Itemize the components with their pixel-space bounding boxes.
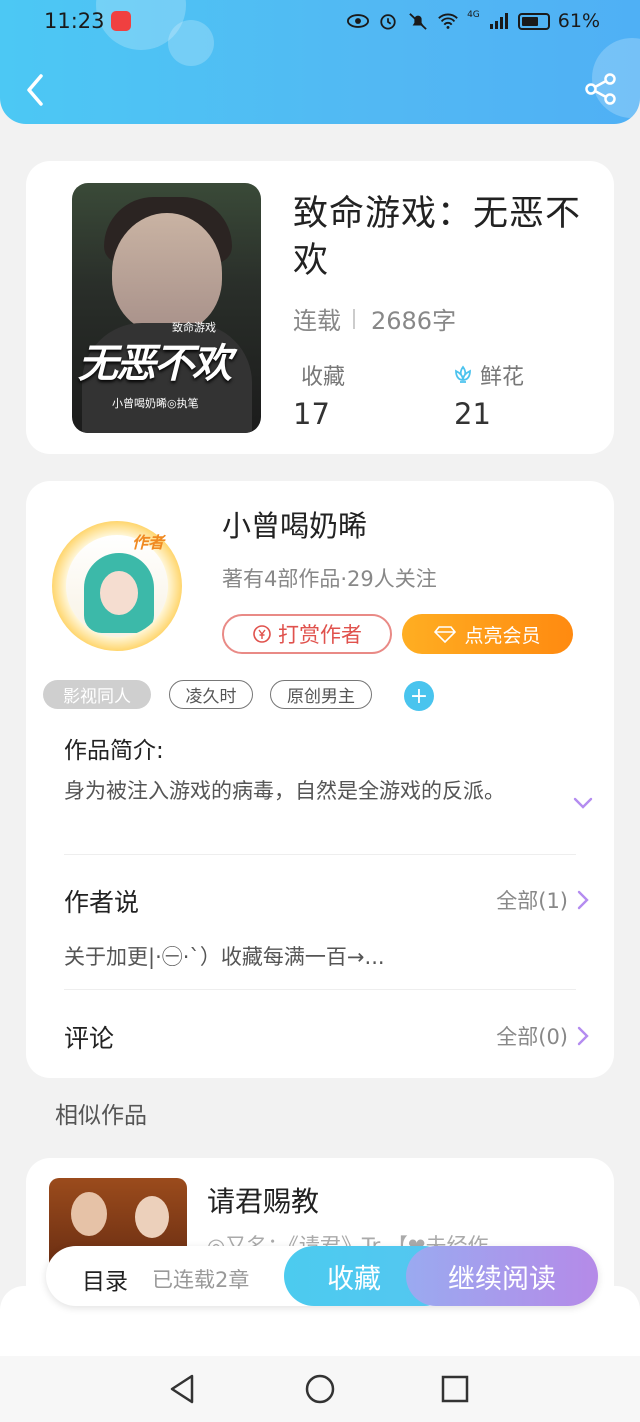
- yuan-coin-icon: [253, 625, 271, 643]
- divider: [64, 989, 576, 990]
- chevron-right-icon: [577, 1026, 589, 1046]
- comments-all-link[interactable]: 全部(0): [496, 1021, 590, 1051]
- diamond-icon: [434, 626, 457, 643]
- nav-recents-icon[interactable]: [438, 1372, 472, 1406]
- battery-icon: [517, 12, 550, 30]
- reward-author-label: 打赏作者: [278, 623, 362, 647]
- alarm-icon: [380, 14, 396, 30]
- chevron-right-icon: [577, 890, 589, 910]
- author-info: 著有4部作品·29人关注: [222, 567, 437, 591]
- favorites-label: 收藏: [301, 365, 346, 390]
- chevron-down-icon[interactable]: [572, 795, 594, 811]
- nav-home-icon[interactable]: [303, 1372, 337, 1406]
- flower-icon: [455, 365, 471, 383]
- tag-item[interactable]: 凌久时: [169, 680, 253, 709]
- status-bar: 11:23 4G 61%: [44, 8, 600, 34]
- author-name[interactable]: 小曾喝奶晞: [222, 503, 367, 545]
- continue-reading-label: 继续阅读: [448, 1263, 556, 1295]
- toc-button[interactable]: 目录: [82, 1262, 128, 1296]
- cover-title: 无恶不欢: [78, 340, 232, 387]
- mute-bell-icon: [409, 13, 427, 30]
- cover-author: 小曾喝奶晞◎执笔: [112, 397, 199, 410]
- divider: [353, 308, 355, 329]
- share-icon[interactable]: [584, 72, 618, 106]
- cover-art: [71, 1192, 107, 1236]
- comments-heading: 评论: [64, 1024, 115, 1053]
- favorites-count: 17: [293, 397, 330, 431]
- signal-icon: [489, 13, 508, 29]
- flowers-label[interactable]: 鲜花: [452, 359, 524, 391]
- network-type-label: 4G: [467, 10, 480, 20]
- word-count: 2686字: [371, 307, 457, 335]
- book-meta: 连载 2686字: [293, 301, 456, 336]
- cover-art: [112, 213, 222, 333]
- book-status: 连载: [293, 307, 341, 335]
- book-info-card: 致命游戏 无恶不欢 小曾喝奶晞◎执笔 致命游戏：无恶不欢 连载 2686字 收藏…: [26, 161, 614, 454]
- add-tag-button[interactable]: +: [404, 681, 434, 711]
- nav-back-icon[interactable]: [166, 1372, 200, 1406]
- header-bar: 11:23 4G 61%: [0, 0, 640, 124]
- system-nav-bar: [0, 1356, 640, 1422]
- vip-label: 点亮会员: [464, 624, 541, 647]
- tag-item[interactable]: 原创男主: [270, 680, 372, 709]
- intro-heading: 作品简介:: [64, 738, 164, 764]
- flowers-count: 21: [454, 397, 491, 431]
- author-avatar-frame[interactable]: 作者: [52, 521, 182, 651]
- chapter-count: 已连载2章: [152, 1268, 250, 1292]
- tag-item[interactable]: 影视同人: [43, 680, 151, 709]
- intro-text: 身为被注入游戏的病毒，自然是全游戏的反派。: [64, 779, 505, 803]
- chevron-left-icon[interactable]: [20, 70, 50, 110]
- app-notification-icon: [110, 11, 131, 31]
- battery-level: 61%: [557, 10, 600, 32]
- divider: [64, 854, 576, 855]
- author-says-heading: 作者说: [64, 888, 140, 917]
- eye-icon: [347, 14, 370, 28]
- author-details-card: 作者 小曾喝奶晞 著有4部作品·29人关注 打赏作者 点亮会员 影视同人 凌久时…: [26, 481, 614, 1078]
- status-time: 11:23: [44, 9, 105, 33]
- avatar-art: [100, 571, 138, 615]
- book-title: 致命游戏：无恶不欢: [293, 194, 582, 281]
- cover-art: [135, 1196, 169, 1238]
- similar-item-title: 请君赐教: [207, 1185, 320, 1218]
- continue-reading-button[interactable]: 继续阅读: [406, 1246, 598, 1306]
- book-cover[interactable]: 致命游戏 无恶不欢 小曾喝奶晞◎执笔: [72, 183, 261, 433]
- reward-author-button[interactable]: 打赏作者: [222, 614, 392, 654]
- author-says-all-link[interactable]: 全部(1): [496, 885, 590, 915]
- similar-heading: 相似作品: [55, 1103, 147, 1129]
- collect-label: 收藏: [327, 1263, 381, 1295]
- author-tag: 作者: [132, 533, 165, 552]
- vip-button[interactable]: 点亮会员: [402, 614, 573, 654]
- wifi-icon: [438, 13, 458, 29]
- author-says-preview[interactable]: 关于加更|·㊀·`）收藏每满一百→...: [64, 941, 385, 971]
- action-bar: 目录 已连载2章 收藏 继续阅读: [46, 1246, 598, 1306]
